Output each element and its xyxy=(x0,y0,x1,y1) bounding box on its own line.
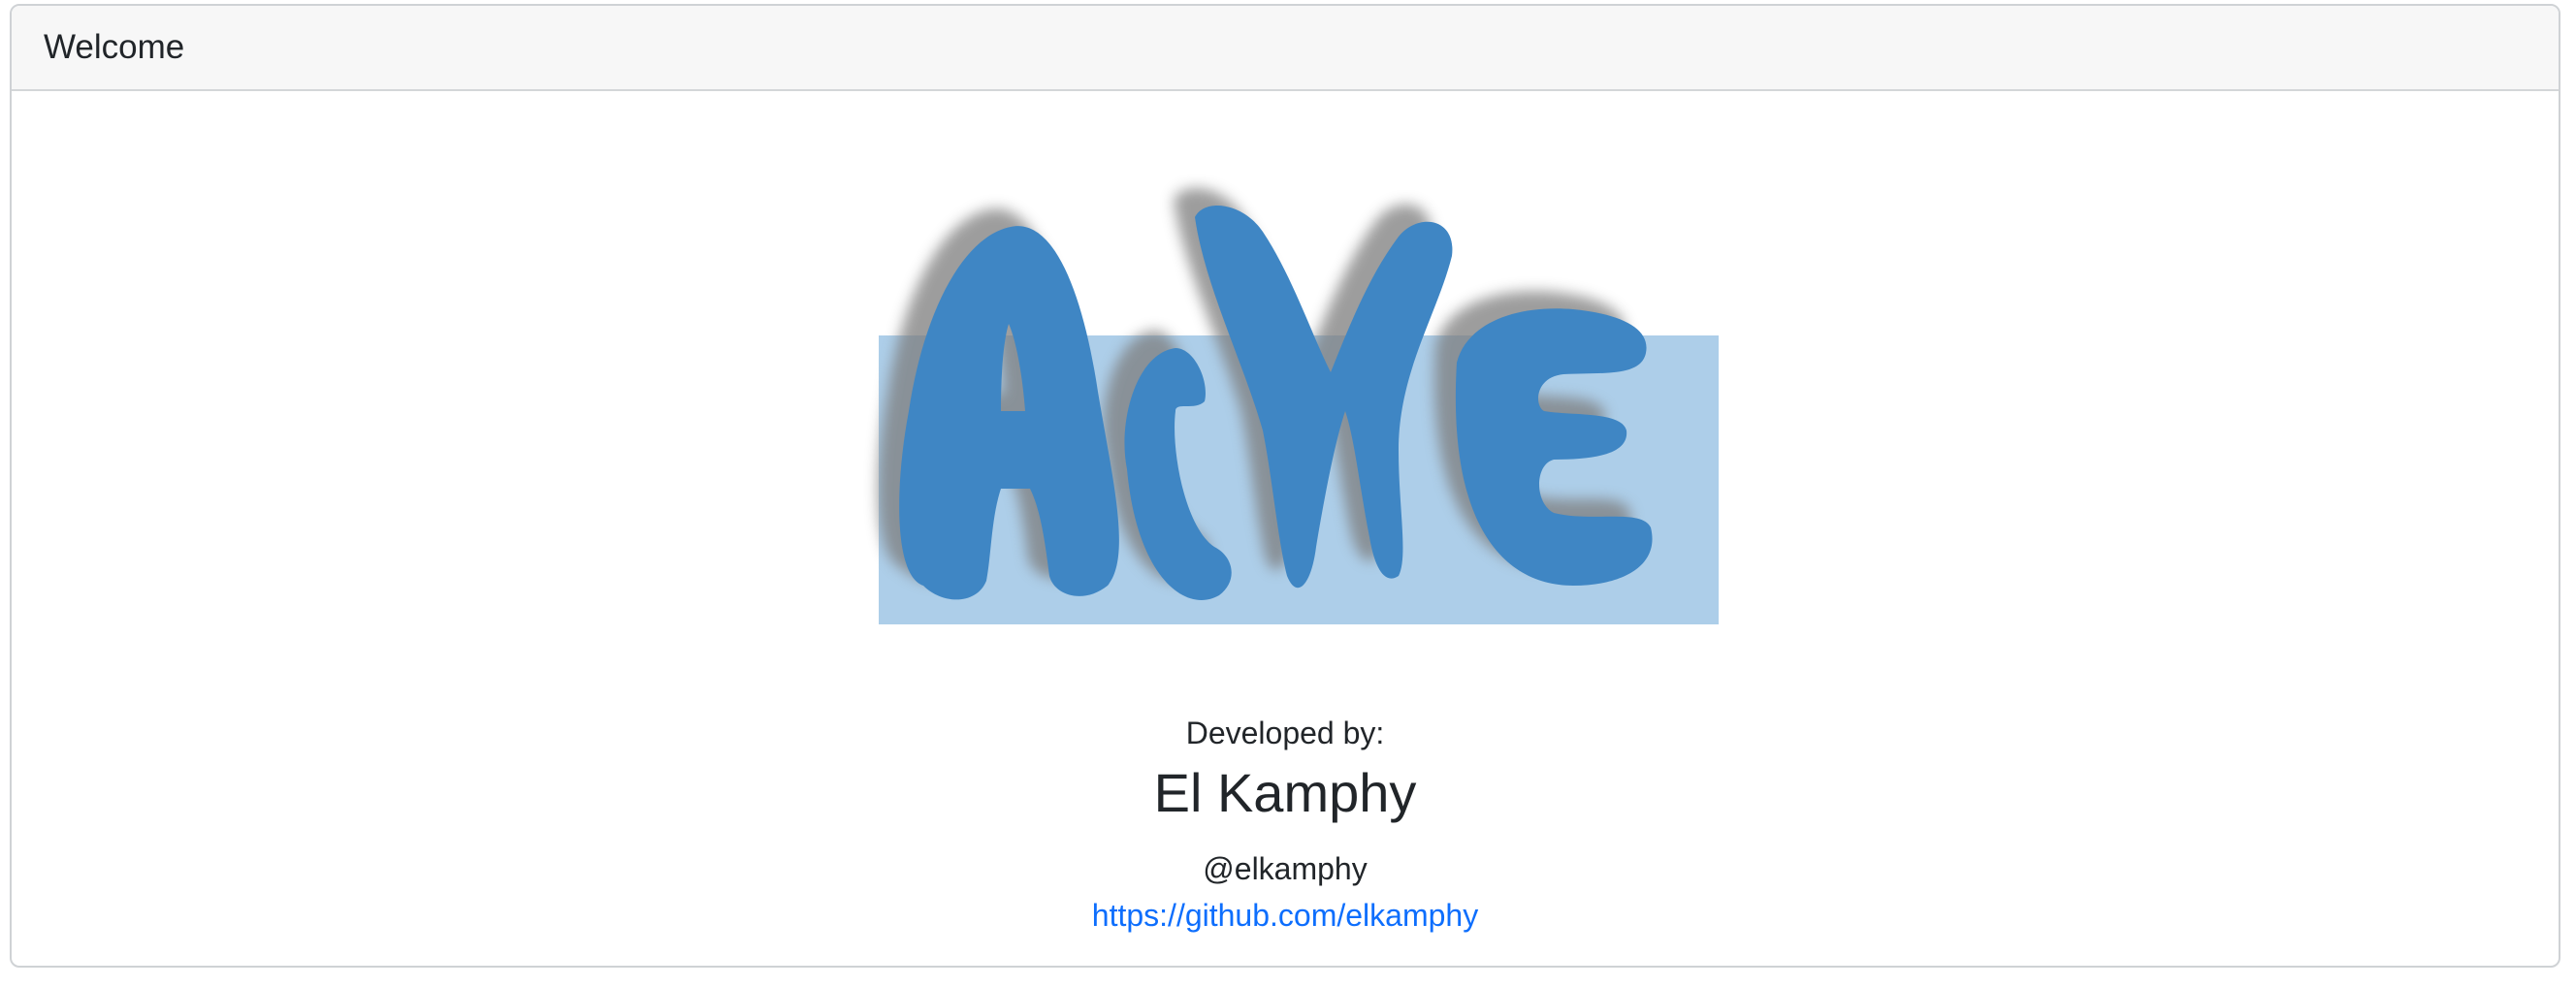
developer-name: El Kamphy xyxy=(1153,762,1417,823)
acme-logo-icon xyxy=(878,188,1719,624)
developed-by-label: Developed by: xyxy=(1185,716,1385,750)
welcome-card: Welcome Developed by: El Kamphy @elkamph… xyxy=(10,4,2560,968)
credits-block: Developed by: El Kamphy @elkamphy https:… xyxy=(12,712,2559,937)
card-title: Welcome xyxy=(44,28,185,66)
card-header: Welcome xyxy=(12,6,2559,91)
github-link[interactable]: https://github.com/elkamphy xyxy=(1092,894,1478,937)
developer-handle: @elkamphy xyxy=(1203,851,1368,886)
card-body: Developed by: El Kamphy @elkamphy https:… xyxy=(12,91,2559,966)
